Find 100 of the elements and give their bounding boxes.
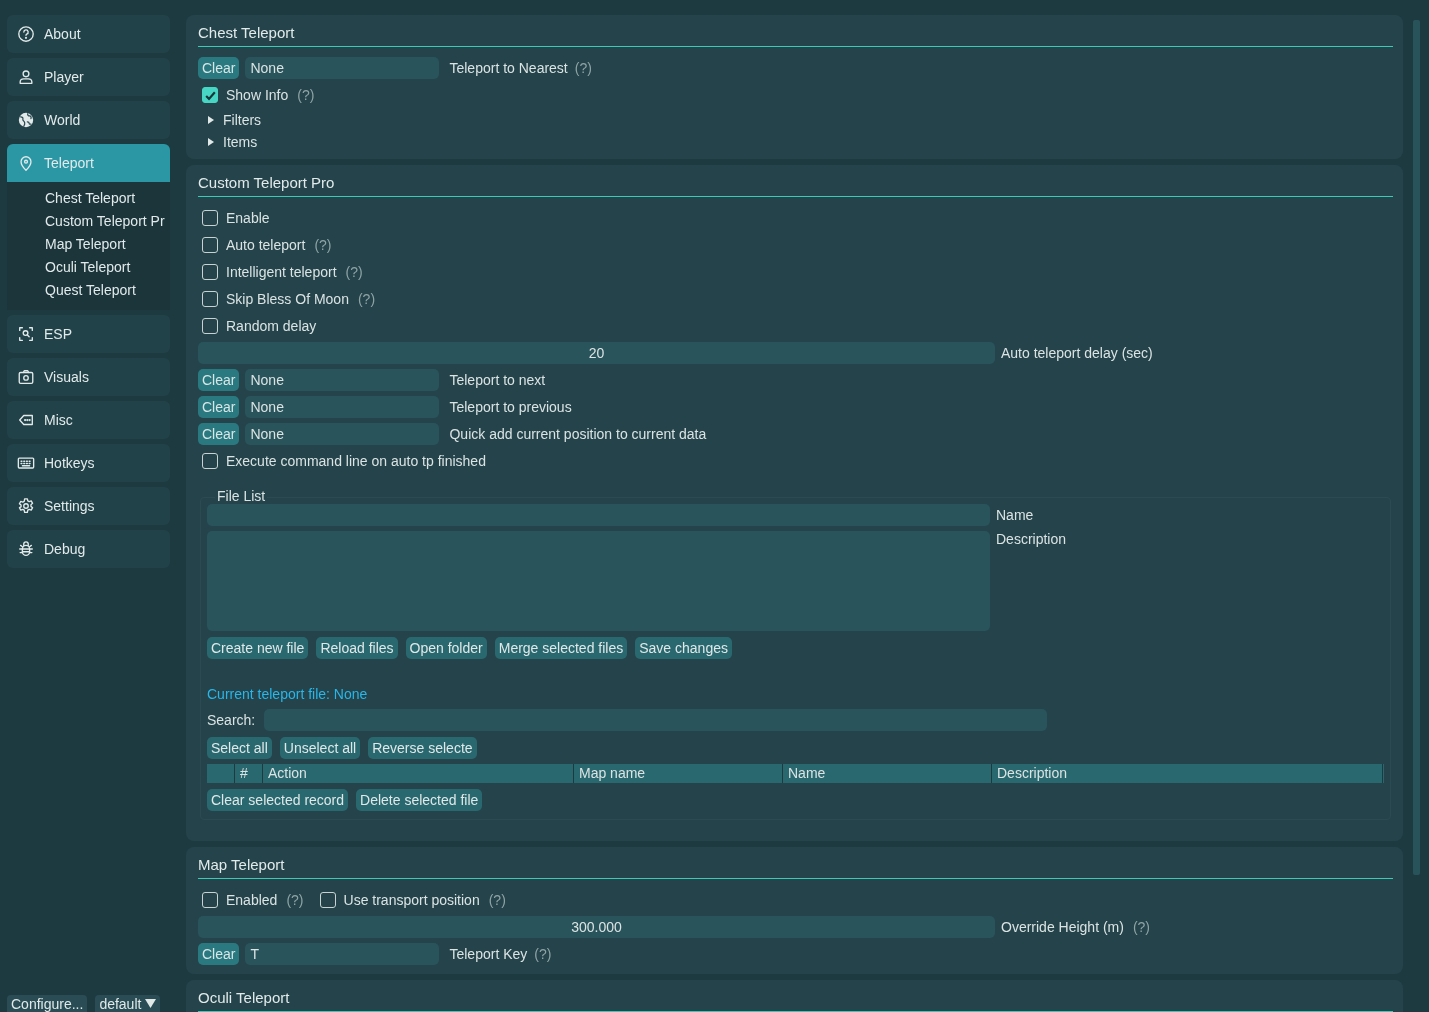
clear-button[interactable]: Clear: [198, 57, 240, 79]
scrollbar-thumb[interactable]: [1412, 20, 1420, 875]
number-label: Auto teleport delay (sec): [1001, 345, 1153, 361]
hotkey-field[interactable]: T: [245, 943, 440, 965]
record-button[interactable]: Clear selected record: [207, 789, 349, 811]
column-header: Action: [263, 764, 574, 783]
checkbox-label: Enable: [226, 210, 270, 226]
checkbox[interactable]: [202, 291, 218, 307]
number-field[interactable]: 300.000: [198, 916, 995, 938]
hotkey-field[interactable]: None: [245, 369, 440, 391]
checkbox[interactable]: [202, 87, 218, 103]
tree-node-label[interactable]: Items: [223, 133, 258, 150]
checkbox-label: Intelligent teleport: [226, 264, 337, 280]
settings-icon: [17, 497, 35, 515]
tree-node-label[interactable]: Filters: [223, 111, 262, 128]
column-header: #: [235, 764, 263, 783]
checkbox[interactable]: [202, 264, 218, 280]
hotkey-field[interactable]: None: [245, 423, 440, 445]
scan-icon: [17, 325, 35, 343]
column-header: Name: [783, 764, 992, 783]
checkbox[interactable]: [202, 453, 218, 469]
person-icon: [17, 68, 35, 86]
file-button[interactable]: Merge selected files: [494, 637, 628, 659]
help-hint[interactable]: (?): [1132, 919, 1151, 935]
select-button[interactable]: Unselect all: [279, 737, 361, 759]
map-pin-icon: [17, 154, 35, 172]
configure-button[interactable]: Configure...: [7, 995, 88, 1012]
subnav-item[interactable]: Custom Teleport Pr: [7, 210, 170, 233]
subnav-item[interactable]: Oculi Teleport: [7, 256, 170, 279]
keyboard-icon: [17, 454, 35, 472]
checkbox-label: Skip Bless Of Moon: [226, 291, 349, 307]
checkbox-label: Enabled: [226, 892, 278, 908]
nav-item[interactable]: Misc: [7, 401, 170, 439]
file-button[interactable]: Reload files: [316, 637, 398, 659]
help-hint[interactable]: (?): [297, 87, 315, 103]
checkbox-label: Show Info: [226, 87, 289, 103]
select-button[interactable]: Reverse selecte: [368, 737, 477, 759]
checkbox-label: Random delay: [226, 318, 317, 334]
field-label: Name: [996, 507, 1034, 523]
profile-dropdown[interactable]: default: [95, 995, 161, 1012]
checkbox-label: Use transport position: [343, 892, 480, 908]
checkbox[interactable]: [202, 210, 218, 226]
camera-icon: [17, 368, 35, 386]
help-hint[interactable]: (?): [534, 946, 552, 962]
nav-item[interactable]: About: [7, 15, 170, 53]
nav-item[interactable]: Player: [7, 58, 170, 96]
select-button[interactable]: Select all: [207, 737, 272, 759]
file-button[interactable]: Create new file: [207, 637, 309, 659]
hotkey-label: Teleport to previous: [449, 399, 572, 415]
hotkey-label: Teleport to next: [449, 372, 546, 388]
hotkey-label: Teleport to Nearest: [449, 60, 568, 76]
help-hint[interactable]: (?): [286, 892, 304, 908]
column-header: Description: [992, 764, 1383, 783]
hotkey-field[interactable]: None: [245, 396, 440, 418]
bug-icon: [17, 540, 35, 558]
hotkey-label: Quick add current position to current data: [449, 426, 707, 442]
help-hint[interactable]: (?): [357, 291, 376, 307]
nav-item[interactable]: Hotkeys: [7, 444, 170, 482]
nav-item[interactable]: Visuals: [7, 358, 170, 396]
clear-button[interactable]: Clear: [198, 396, 240, 418]
section-title: Map Teleport: [198, 855, 286, 875]
caret-right-icon[interactable]: [207, 115, 215, 124]
subnav-item[interactable]: Map Teleport: [7, 233, 170, 256]
checkbox-label: Auto teleport: [226, 237, 306, 253]
globe-icon: [17, 111, 35, 129]
number-label: Override Height (m): [1001, 919, 1124, 935]
clear-button[interactable]: Clear: [198, 943, 240, 965]
subnav-item[interactable]: Chest Teleport: [7, 187, 170, 210]
clear-button[interactable]: Clear: [198, 423, 240, 445]
field-label: Description: [996, 531, 1067, 547]
help-hint[interactable]: (?): [314, 237, 332, 253]
section-title: Oculi Teleport: [198, 988, 291, 1008]
number-field[interactable]: 20: [198, 342, 995, 364]
file-button[interactable]: Save changes: [635, 637, 732, 659]
current-file-text: Current teleport file: None: [207, 686, 369, 704]
record-button[interactable]: Delete selected file: [356, 789, 483, 811]
hotkey-field[interactable]: None: [245, 57, 440, 79]
group-title: File List: [215, 488, 268, 504]
nav-item[interactable]: World: [7, 101, 170, 139]
clear-button[interactable]: Clear: [198, 369, 240, 391]
help-hint[interactable]: (?): [488, 892, 506, 908]
checkbox[interactable]: [202, 318, 218, 334]
file-button[interactable]: Open folder: [405, 637, 487, 659]
caret-icon: [145, 999, 157, 1008]
caret-right-icon[interactable]: [207, 137, 215, 146]
help-hint[interactable]: (?): [574, 60, 592, 76]
section-title: Chest Teleport: [198, 23, 296, 43]
nav-item[interactable]: ESP: [7, 315, 170, 353]
column-header: Map name: [574, 764, 783, 783]
search-label: Search:: [207, 712, 256, 728]
checkbox[interactable]: [202, 237, 218, 253]
help-hint[interactable]: (?): [345, 264, 363, 280]
checkbox[interactable]: [319, 892, 336, 908]
help-icon: [17, 25, 35, 43]
subnav-item[interactable]: Quest Teleport: [7, 279, 170, 302]
nav-item[interactable]: Settings: [7, 487, 170, 525]
section-title: Custom Teleport Pro: [198, 173, 336, 193]
hotkey-label: Teleport Key: [449, 946, 528, 962]
checkbox[interactable]: [202, 892, 218, 908]
nav-item[interactable]: Debug: [7, 530, 170, 568]
